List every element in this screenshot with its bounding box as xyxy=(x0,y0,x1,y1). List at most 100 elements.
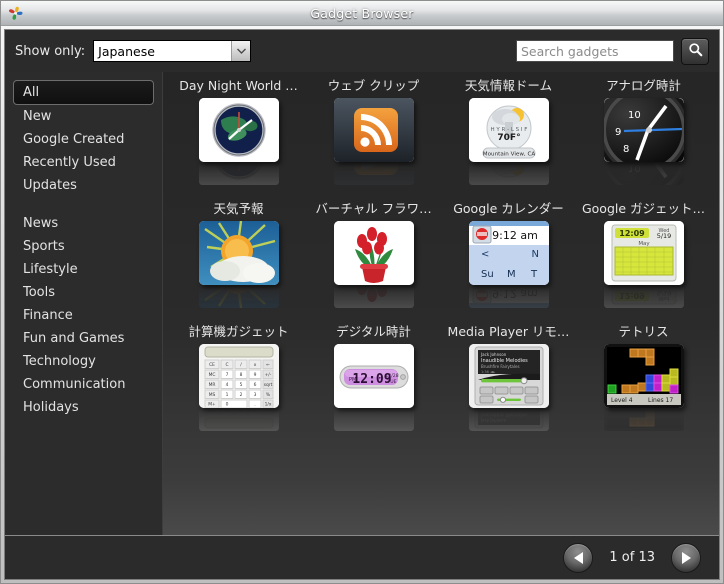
svg-text:←: ← xyxy=(266,363,270,368)
window-body: Show only: Japanese Search gadgets All N… xyxy=(4,29,720,580)
gadget-item[interactable]: テトリス Level 4 Lines 17 xyxy=(576,322,711,445)
weather-forecast-thumb[interactable] xyxy=(198,221,279,285)
sidebar-item-lifestyle[interactable]: Lifestyle xyxy=(13,258,154,281)
gadget-label: アナログ時計 xyxy=(606,78,681,93)
sidebar-item-label: Fun and Games xyxy=(23,331,125,346)
svg-text:C: C xyxy=(225,362,228,368)
gadget-item[interactable]: デジタル時計 PM 12:09 12/28 TUE PM 12:09 12/28… xyxy=(306,322,441,445)
gadget-item[interactable]: Media Player リモ… Jack Johnson Inaudible … xyxy=(441,322,576,445)
previous-page-button[interactable] xyxy=(563,542,594,573)
svg-text:TUE: TUE xyxy=(386,379,396,385)
gadget-item[interactable]: 計算機ガジェット CE C / x ← MC 7 8 9 +/- MR 4 5 … xyxy=(171,322,306,445)
google-calendar-thumb[interactable]: 9:12 am < N Su M T xyxy=(468,221,549,285)
search-input[interactable] xyxy=(517,41,673,61)
sidebar-item-communication[interactable]: Communication xyxy=(13,373,154,396)
sidebar-item-tools[interactable]: Tools xyxy=(13,281,154,304)
gadget-label: テトリス xyxy=(618,324,669,339)
sidebar-item-google-created[interactable]: Google Created xyxy=(13,128,154,151)
analog-clock-thumb[interactable]: 10 9 8 xyxy=(603,98,684,162)
gadget-thumbnail-reflection: Level 4 Lines 17 xyxy=(603,409,684,431)
sidebar-item-label: All xyxy=(23,85,40,100)
svg-text:1: 1 xyxy=(225,392,228,398)
media-player-thumb[interactable]: Jack Johnson Inaudible Melodies Brushfir… xyxy=(468,344,549,408)
gadget-label: デジタル時計 xyxy=(336,324,411,339)
gadget-thumbnail-wrap xyxy=(333,221,414,308)
virtual-flower-thumb[interactable] xyxy=(333,221,414,285)
sidebar-item-all[interactable]: All xyxy=(13,80,154,105)
svg-text:5/19: 5/19 xyxy=(656,289,671,297)
chevron-down-icon[interactable] xyxy=(231,41,251,61)
svg-text:8: 8 xyxy=(623,144,629,155)
gadget-item[interactable]: 天気予報 xyxy=(171,199,306,322)
sidebar-item-label: Google Created xyxy=(23,132,125,147)
svg-text:4: 4 xyxy=(225,382,228,388)
svg-text:7: 7 xyxy=(225,372,228,378)
next-page-button[interactable] xyxy=(671,542,701,573)
svg-text:10: 10 xyxy=(628,163,641,173)
svg-text:Inaudible Melodies: Inaudible Melodies xyxy=(481,411,528,417)
svg-text:MR: MR xyxy=(208,382,215,388)
gadget-label: Google ガジェット… xyxy=(581,201,706,216)
svg-text:Brushfire Fairytales: Brushfire Fairytales xyxy=(481,409,520,411)
svg-text:%: % xyxy=(265,392,269,398)
google-gadget-calendar-thumb[interactable]: 12:09 Wed 5/19 May xyxy=(603,221,684,285)
tetris-thumb[interactable]: Level 4 Lines 17 xyxy=(603,344,684,408)
sidebar-item-sports[interactable]: Sports xyxy=(13,235,154,258)
sidebar-item-fun-and-games[interactable]: Fun and Games xyxy=(13,327,154,350)
sidebar-item-label: News xyxy=(23,216,59,231)
svg-text:.: . xyxy=(254,403,255,408)
svg-text:9:12 am: 9:12 am xyxy=(492,287,538,300)
gadget-item[interactable]: Google ガジェット… 12:09 Wed 5/19 May 12:09 W… xyxy=(576,199,711,322)
svg-text:5: 5 xyxy=(239,382,242,388)
svg-text:M: M xyxy=(507,269,516,280)
rss-feed-thumb[interactable] xyxy=(333,98,414,162)
language-filter-value: Japanese xyxy=(98,43,155,59)
gadget-thumbnail-reflection: Jack Johnson Inaudible Melodies Brushfir… xyxy=(468,409,549,431)
svg-text:9: 9 xyxy=(615,127,621,138)
svg-text:←: ← xyxy=(266,409,270,412)
sidebar-item-news[interactable]: News xyxy=(13,212,154,235)
svg-text:Jack Johnson: Jack Johnson xyxy=(480,352,507,357)
language-filter-select[interactable]: Japanese xyxy=(93,40,252,62)
gadget-item[interactable]: アナログ時計 10 9 8 10 9 8 xyxy=(576,76,711,199)
sidebar-item-holidays[interactable]: Holidays xyxy=(13,396,154,419)
gadget-thumbnail-wrap: Jack Johnson Inaudible Melodies Brushfir… xyxy=(468,344,549,431)
gadget-grid-area: Day Night World … ウェブ クリップ 天気情報ドーム H Y R… xyxy=(163,72,719,535)
sidebar-item-updates[interactable]: Updates xyxy=(13,174,154,197)
gadget-item[interactable]: 天気情報ドーム H Y R - L S I F 70F° Mountain Vi… xyxy=(441,76,576,199)
svg-text:<: < xyxy=(481,249,489,260)
search-button[interactable] xyxy=(681,37,709,65)
sidebar-item-technology[interactable]: Technology xyxy=(13,350,154,373)
search-field[interactable] xyxy=(516,40,674,62)
world-clock-thumb[interactable] xyxy=(198,98,279,162)
gadget-thumbnail-reflection: 10 9 8 xyxy=(603,163,684,185)
svg-text:10: 10 xyxy=(628,110,641,121)
svg-text:12/28: 12/28 xyxy=(385,373,398,379)
gadget-label: 天気予報 xyxy=(213,201,264,216)
sidebar-item-label: New xyxy=(23,109,52,124)
gadget-item[interactable]: バーチャル フラワ… xyxy=(306,199,441,322)
gadget-thumbnail-reflection xyxy=(333,163,414,185)
svg-text:9: 9 xyxy=(253,372,256,378)
window-title: Gadget Browser xyxy=(310,5,414,21)
digital-clock-thumb[interactable]: PM 12:09 12/28 TUE xyxy=(333,344,414,408)
sidebar-item-label: Sports xyxy=(23,239,65,254)
gadgets-pinwheel-icon xyxy=(7,5,24,22)
svg-text:1:36 ◄►: 1:36 ◄► xyxy=(481,370,496,374)
gadget-item[interactable]: Day Night World … xyxy=(171,76,306,199)
gadget-item[interactable]: ウェブ クリップ xyxy=(306,76,441,199)
gadget-label: 計算機ガジェット xyxy=(188,324,289,339)
weather-dome-thumb[interactable]: H Y R - L S I F 70F° Mountain View, CA xyxy=(468,98,549,162)
calculator-thumb[interactable]: CE C / x ← MC 7 8 9 +/- MR 4 5 6 sqrt MS… xyxy=(198,344,279,408)
svg-text:T: T xyxy=(530,269,538,280)
gadget-item[interactable]: Google カレンダー 9:12 am < N Su M T 9:12 am … xyxy=(441,199,576,322)
sidebar-item-finance[interactable]: Finance xyxy=(13,304,154,327)
svg-text:3: 3 xyxy=(253,392,256,398)
sidebar-item-new[interactable]: New xyxy=(13,105,154,128)
pagination-bar: 1 of 13 xyxy=(5,535,719,579)
svg-text:MC: MC xyxy=(208,372,215,378)
svg-text:1/x: 1/x xyxy=(264,402,271,408)
gadget-label: ウェブ クリップ xyxy=(327,78,420,93)
sidebar-item-recently-used[interactable]: Recently Used xyxy=(13,151,154,174)
gadget-thumbnail-wrap xyxy=(198,98,279,185)
